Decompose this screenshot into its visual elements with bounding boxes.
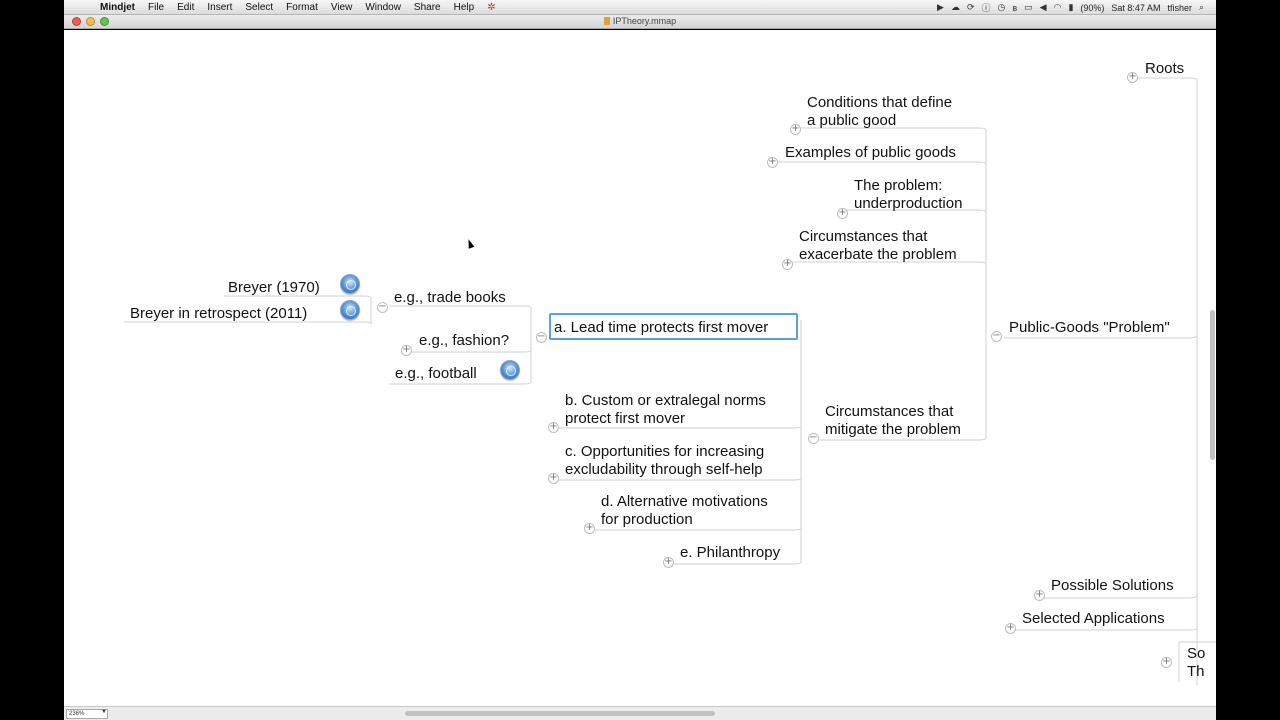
topic-circumstances-mitigate[interactable]: Circumstances that mitigate the problem: [825, 403, 961, 439]
safari-link-icon[interactable]: [340, 300, 360, 320]
expand-partial-topic-toggle[interactable]: +: [1161, 657, 1172, 668]
status-area: ▶ ☁ ⟳ ⓘ ◷ ʙ ▭ ◀ ◠ ▮ (90%) Sat 8:47 AM tf…: [937, 0, 1204, 15]
menu-edit[interactable]: Edit: [177, 2, 194, 13]
display-icon[interactable]: ▭: [1024, 2, 1033, 13]
topic-breyer-retrospect-2011[interactable]: Breyer in retrospect (2011): [130, 305, 307, 323]
topic-alternative-motivations[interactable]: d. Alternative motivations for productio…: [601, 493, 768, 529]
sync-icon[interactable]: ⟳: [967, 2, 975, 13]
bottom-status-bar: 236% ▼: [64, 706, 1216, 720]
menu-bar: Mindjet File Edit Insert Select Format V…: [64, 0, 1216, 15]
expand-possible-solutions-toggle[interactable]: +: [1034, 590, 1045, 601]
topic-public-goods-problem[interactable]: Public-Goods "Problem": [1009, 319, 1170, 337]
expand-philanthropy-toggle[interactable]: +: [663, 557, 674, 568]
topic-examples-public-goods[interactable]: Examples of public goods: [785, 144, 956, 162]
menu-view[interactable]: View: [331, 2, 353, 13]
horizontal-scrollbar[interactable]: [405, 711, 715, 716]
menu-app[interactable]: Mindjet: [100, 2, 135, 13]
volume-icon[interactable]: ◀: [1040, 2, 1047, 13]
collapse-trade-books-toggle[interactable]: −: [377, 302, 388, 313]
collapse-lead-time-toggle[interactable]: −: [536, 332, 547, 343]
safari-link-icon[interactable]: [500, 360, 520, 380]
menu-window[interactable]: Window: [365, 2, 401, 13]
spotlight-search-icon[interactable]: ⌕: [1199, 2, 1204, 13]
wifi-icon[interactable]: ◠: [1054, 2, 1062, 13]
chevron-down-icon: ▼: [101, 709, 107, 715]
topic-lead-time-first-mover[interactable]: a. Lead time protects first mover: [554, 319, 768, 337]
topic-roots[interactable]: Roots: [1145, 60, 1184, 78]
info-icon[interactable]: ⓘ: [981, 1, 990, 14]
clock-icon[interactable]: ◷: [998, 2, 1006, 13]
topic-possible-solutions[interactable]: Possible Solutions: [1051, 577, 1174, 595]
expand-conditions-toggle[interactable]: +: [790, 124, 801, 135]
topic-eg-football[interactable]: e.g., football: [395, 365, 477, 383]
battery-icon[interactable]: ▮: [1068, 2, 1073, 13]
user-name[interactable]: tfisher: [1167, 3, 1192, 13]
topic-excludability-self-help[interactable]: c. Opportunities for increasing excludab…: [565, 443, 764, 479]
topic-breyer-1970[interactable]: Breyer (1970): [228, 279, 320, 297]
topic-problem-underproduction[interactable]: The problem: underproduction: [854, 177, 962, 213]
map-canvas[interactable]: + Roots − Public-Goods "Problem" + Condi…: [64, 30, 1216, 706]
expand-examples-toggle[interactable]: +: [767, 157, 778, 168]
vertical-scrollbar[interactable]: [1210, 310, 1215, 460]
expand-problem-toggle[interactable]: +: [837, 208, 848, 219]
topic-circumstances-exacerbate[interactable]: Circumstances that exacerbate the proble…: [799, 228, 957, 264]
expand-fashion-toggle[interactable]: +: [401, 345, 412, 356]
topic-selected-applications[interactable]: Selected Applications: [1022, 610, 1165, 628]
menu-file[interactable]: File: [148, 2, 164, 13]
menu-help[interactable]: Help: [454, 2, 475, 13]
menu-insert[interactable]: Insert: [207, 2, 232, 13]
topic-eg-trade-books[interactable]: e.g., trade books: [394, 289, 506, 307]
topic-partial-offscreen[interactable]: So Th: [1187, 645, 1205, 681]
topic-philanthropy[interactable]: e. Philanthropy: [680, 544, 780, 562]
expand-roots-toggle[interactable]: +: [1127, 72, 1138, 83]
topic-conditions-define-public-good[interactable]: Conditions that define a public good: [807, 94, 952, 130]
video-icon[interactable]: ▶: [937, 2, 944, 13]
expand-excludability-toggle[interactable]: +: [548, 473, 559, 484]
battery-percent: (90%): [1080, 2, 1105, 13]
topic-eg-fashion[interactable]: e.g., fashion?: [419, 332, 509, 350]
bluetooth-icon[interactable]: ʙ: [1012, 3, 1017, 13]
menu-select[interactable]: Select: [245, 2, 273, 13]
menu-share[interactable]: Share: [414, 2, 441, 13]
cloud-icon[interactable]: ☁: [951, 2, 960, 13]
window-title-bar: IPTheory.mmap: [64, 15, 1216, 29]
topic-custom-extralegal-norms[interactable]: b. Custom or extralegal norms protect fi…: [565, 392, 766, 428]
document-icon: [603, 17, 610, 25]
collapse-mitigate-toggle[interactable]: −: [808, 433, 819, 444]
menu-format[interactable]: Format: [286, 2, 318, 13]
expand-alt-motivations-toggle[interactable]: +: [584, 523, 595, 534]
clock[interactable]: Sat 8:47 AM: [1111, 3, 1160, 13]
expand-selected-applications-toggle[interactable]: +: [1005, 623, 1016, 634]
window-title: IPTheory.mmap: [64, 16, 1216, 26]
safari-link-icon[interactable]: [340, 274, 360, 294]
script-menu-icon[interactable]: ✲: [487, 2, 495, 13]
collapse-public-goods-toggle[interactable]: −: [991, 331, 1002, 342]
expand-exacerbate-toggle[interactable]: +: [782, 259, 793, 270]
expand-norms-toggle[interactable]: +: [548, 422, 559, 433]
connector-lines: [124, 77, 1216, 685]
